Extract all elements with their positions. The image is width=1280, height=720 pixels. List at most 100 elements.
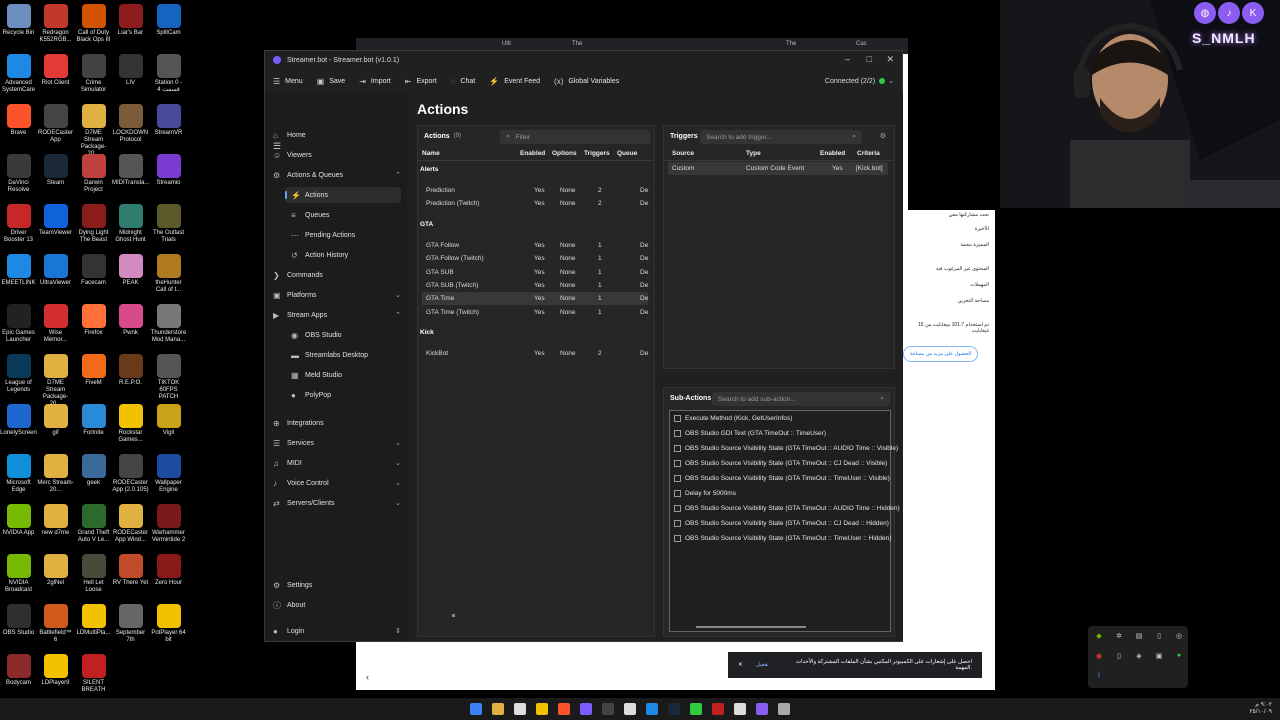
desktop-icon[interactable]: RODECaster App Wind...	[112, 504, 149, 544]
desktop-icon[interactable]: theHunter Call of t...	[150, 254, 187, 294]
desktop-icon[interactable]: Wise Memor...	[37, 304, 74, 344]
desktop-icon[interactable]: League of Legends	[0, 354, 37, 394]
taskbar-app-icon[interactable]	[624, 703, 636, 715]
drive-nav-item[interactable]: مساحة التخزين	[958, 298, 989, 304]
desktop-icon[interactable]: Crime Simulator	[75, 54, 112, 94]
desktop-icon[interactable]: new d7me	[37, 504, 74, 537]
toolbar-event-feed-button[interactable]: ⚡ Event Feed	[489, 77, 540, 86]
subaction-row[interactable]: OBS Studio Source Visibility State (GTA …	[674, 460, 887, 467]
subaction-row[interactable]: OBS Studio Source Visibility State (GTA …	[674, 475, 890, 482]
sidebar-item-stream-apps[interactable]: ▶ Stream Apps ⌃	[273, 307, 401, 323]
desktop-icon[interactable]: RV There Yet	[112, 554, 149, 587]
taskbar-app-icon[interactable]	[558, 703, 570, 715]
subaction-row[interactable]: OBS Studio Source Visibility State (GTA …	[674, 445, 898, 452]
sidebar-item-meld-studio[interactable]: ▦ Meld Studio	[285, 367, 401, 383]
tray-app-icon[interactable]: ●	[1174, 652, 1184, 662]
desktop-icon[interactable]: PotPlayer 64 bit	[150, 604, 187, 644]
desktop-icon[interactable]: Pwnk	[112, 304, 149, 337]
desktop-icon[interactable]: Dying Light The Beast	[75, 204, 112, 244]
action-group-header[interactable]: Kick	[418, 329, 434, 336]
connection-status[interactable]: Connected (2/2) ⌄	[825, 77, 894, 86]
subaction-row[interactable]: OBS Studio Source Visibility State (GTA …	[674, 505, 900, 512]
subaction-row[interactable]: Delay for 5000ms	[674, 490, 736, 497]
drive-nav-item[interactable]: الأخيرة	[975, 226, 989, 232]
sidebar-item-actions[interactable]: ⚡ Actions	[285, 187, 401, 203]
toolbar-global-variables-button[interactable]: (x) Global Variables	[554, 77, 619, 86]
taskbar-app-icon[interactable]	[712, 703, 724, 715]
minimize-icon[interactable]: –	[845, 54, 850, 64]
desktop-icon[interactable]: LonelyScreen	[0, 404, 37, 437]
desktop-icon[interactable]: geek	[75, 454, 112, 487]
desktop-icon[interactable]: Streamio	[150, 154, 187, 187]
nvidia-tray-icon[interactable]: ◆	[1094, 632, 1104, 642]
subaction-search-input[interactable]: Search to add sub-action... ⌕	[712, 392, 890, 406]
column-header-type[interactable]: Type	[746, 150, 761, 157]
sidebar-item-services[interactable]: ☰ Services ⌄	[273, 435, 401, 451]
sidebar-item-settings[interactable]: ⚙ Settings	[273, 577, 401, 593]
browser-tab[interactable]: The	[786, 41, 796, 47]
subaction-row[interactable]: OBS Studio Source Visibility State (GTA …	[674, 535, 891, 542]
desktop-icon[interactable]: DaVinci Resolve	[0, 154, 37, 194]
desktop-icon[interactable]: Midnight Ghost Hunt	[112, 204, 149, 244]
desktop-icon[interactable]: Zero Hour	[150, 554, 187, 587]
sidebar-item-obs-studio[interactable]: ◉ OBS Studio	[285, 327, 401, 343]
desktop-icon[interactable]: D7ME Stream Package-20...	[75, 104, 112, 158]
desktop-icon[interactable]: Microsoft Edge	[0, 454, 37, 494]
desktop-icon[interactable]: Riot Client	[37, 54, 74, 87]
column-header-criteria[interactable]: Criteria	[857, 150, 880, 157]
action-row[interactable]: GTA Follow (Twitch) Yes None 1 De	[422, 252, 648, 265]
sidebar-item-about[interactable]: ⓘ About	[273, 597, 401, 613]
desktop-icon[interactable]: SplitCam	[150, 4, 187, 37]
drive-nav-item[interactable]: المهملات	[970, 282, 989, 288]
subaction-row[interactable]: OBS Studio GDI Text (GTA TimeOut :: Time…	[674, 430, 826, 437]
column-header-triggers[interactable]: Triggers	[584, 150, 610, 157]
desktop-icon[interactable]: R.E.P.O.	[112, 354, 149, 387]
toolbar-chat-button[interactable]: ◌ Chat	[451, 77, 476, 86]
sidebar-item-servers-clients[interactable]: ⇄ Servers/Clients ⌄	[273, 495, 401, 511]
desktop-icon[interactable]: Battlefield™ 6	[37, 604, 74, 644]
sidebar-item-login[interactable]: ● Login ⇕	[273, 623, 401, 639]
column-header-source[interactable]: Source	[672, 150, 694, 157]
desktop-icon[interactable]: Recycle Bin	[0, 4, 37, 37]
desktop-icon[interactable]: Bodycam	[0, 654, 37, 687]
desktop-icon[interactable]: Station 0 - قسمت 4	[150, 54, 187, 94]
tray-app-icon[interactable]: ◉	[1094, 652, 1104, 662]
action-row[interactable]: GTA Follow Yes None 1 De	[422, 239, 648, 252]
desktop-icon[interactable]: Vigil	[150, 404, 187, 437]
chevron-left-icon[interactable]: ‹	[366, 672, 369, 682]
sidebar-item-platforms[interactable]: ▣ Platforms ⌄	[273, 287, 401, 303]
desktop-icon[interactable]: D7ME Stream Package-20...	[37, 354, 74, 408]
action-row[interactable]: Prediction Yes None 2 De	[422, 184, 648, 197]
desktop-icon[interactable]: Liar's Bar	[112, 4, 149, 37]
toolbar-import-button[interactable]: ⇥ Import	[359, 77, 391, 86]
action-row[interactable]: GTA SUB Yes None 1 De	[422, 266, 648, 279]
drive-nav-item[interactable]: المحتوى غير المرغوب فيه	[936, 266, 989, 272]
settings-icon[interactable]: ⚙	[880, 132, 886, 140]
column-header-enabled[interactable]: Enabled	[520, 150, 545, 157]
column-header-options[interactable]: Options	[552, 150, 577, 157]
taskbar-app-icon[interactable]	[646, 703, 658, 715]
sidebar-item-viewers[interactable]: ☺ Viewers	[273, 147, 401, 163]
action-row[interactable]: GTA SUB (Twitch) Yes None 1 De	[422, 279, 648, 292]
toolbar-save-button[interactable]: ▣ Save	[317, 77, 346, 86]
desktop-icon[interactable]: SILENT BREATH	[75, 654, 112, 694]
desktop-icon[interactable]: Merc Stream-20...	[37, 454, 74, 494]
taskbar-app-icon[interactable]	[778, 703, 790, 715]
trigger-row[interactable]: Custom Custom Code Event Yes [Kick.bot]	[668, 162, 888, 175]
sidebar-item-actions-queues[interactable]: ⚙ Actions & Queues ⌃	[273, 167, 401, 183]
sidebar-item-commands[interactable]: ❯ Commands	[273, 267, 401, 283]
desktop-icon[interactable]: Epic Games Launcher	[0, 304, 37, 344]
column-header-name[interactable]: Name	[422, 150, 440, 157]
tray-app-icon[interactable]: ▤	[1134, 632, 1144, 642]
browser-tab[interactable]: The	[572, 41, 582, 47]
desktop-icon[interactable]: NVIDIA Broadcast	[0, 554, 37, 594]
sidebar-item-voice-control[interactable]: ♪ Voice Control ⌄	[273, 475, 401, 491]
desktop-icon[interactable]: gif	[37, 404, 74, 437]
actions-filter-input[interactable]: ⌕ Filter	[500, 130, 650, 144]
browser-tab[interactable]: Ulti	[502, 41, 511, 47]
sidebar-item-midi[interactable]: ♫ MIDI ⌄	[273, 455, 401, 471]
taskbar-app-icon[interactable]	[690, 703, 702, 715]
desktop-icon[interactable]: Advanced SystemCare	[0, 54, 37, 94]
taskbar-app-icon[interactable]	[668, 703, 680, 715]
desktop-icon[interactable]: UltraViewer	[37, 254, 74, 287]
